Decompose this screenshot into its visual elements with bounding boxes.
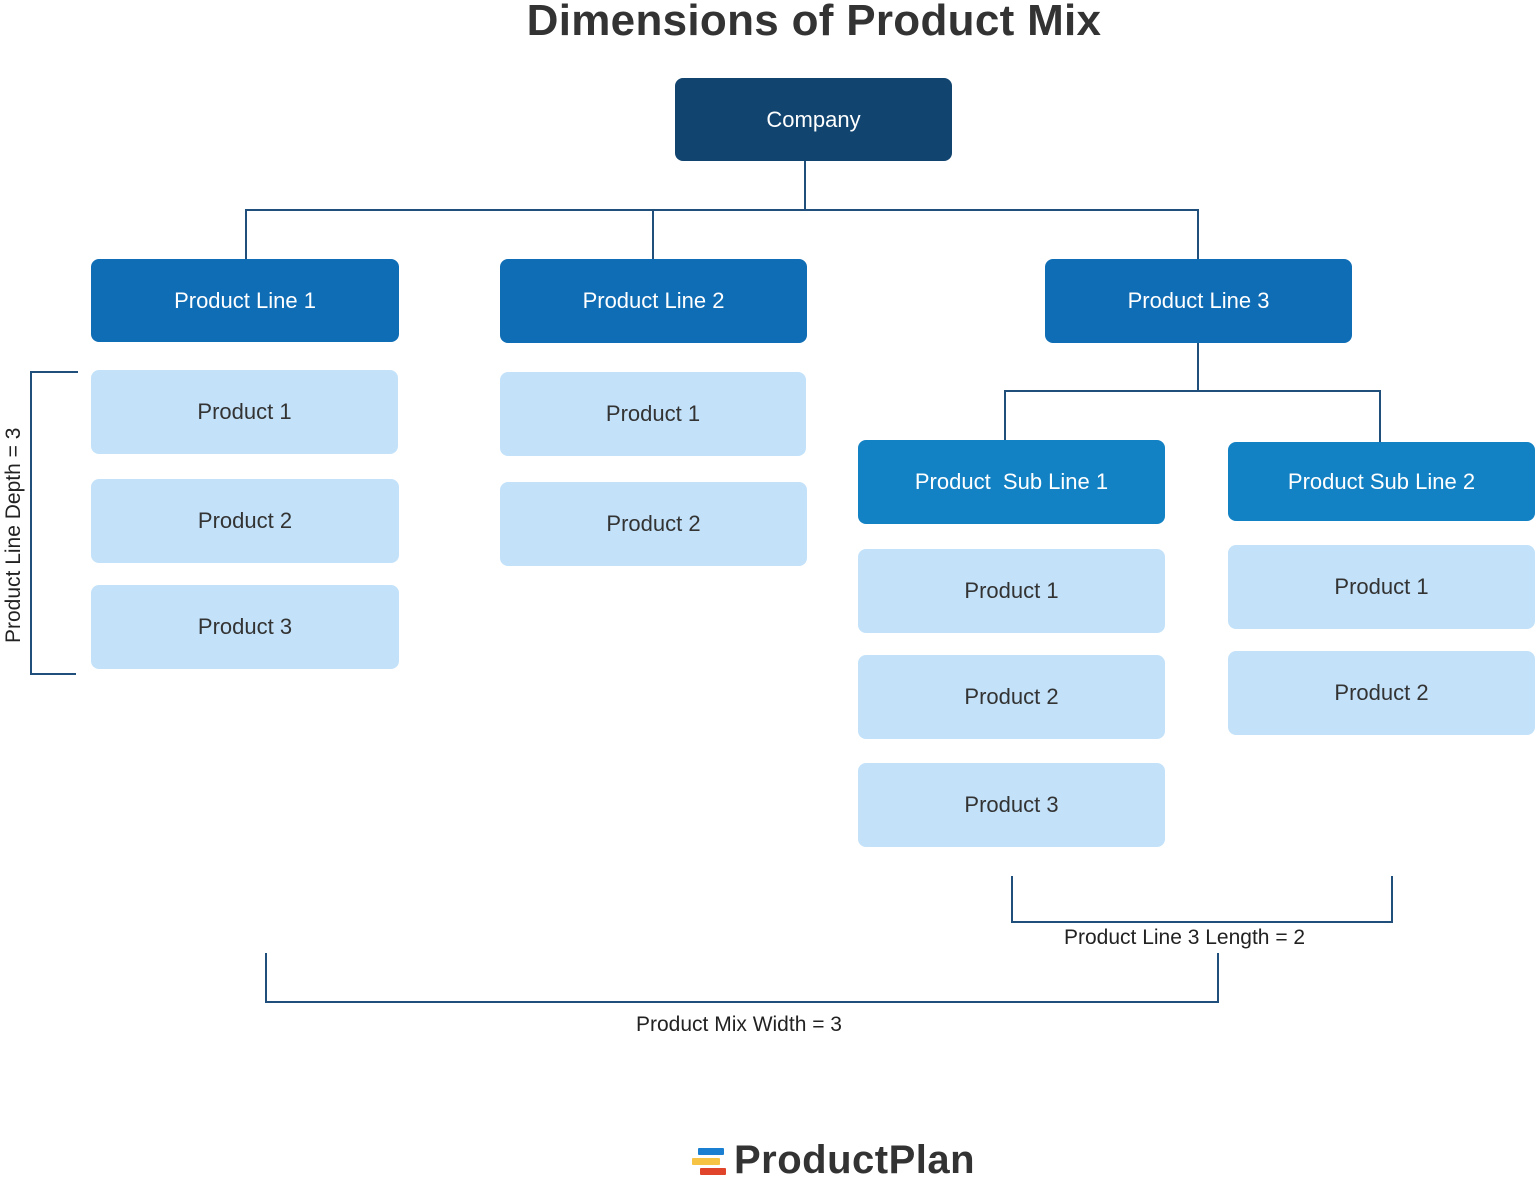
product-sub-line-1: Product Sub Line 1 [858, 440, 1165, 524]
product-label: Product 2 [1334, 680, 1429, 705]
product-node: Product 3 [91, 585, 399, 669]
product-label: Product 3 [964, 792, 1059, 817]
diagram-title: Dimensions of Product Mix [526, 0, 1102, 45]
connector-line3-down [1197, 343, 1199, 391]
product-label: Product 2 [606, 511, 701, 536]
product-label: Product 2 [197, 508, 293, 533]
product-node: Product 2 [1228, 651, 1535, 735]
product-node: Product 1 [858, 549, 1165, 633]
connector-subline2 [1379, 390, 1381, 442]
productplan-logo-icon [690, 1142, 730, 1179]
sub-line-label: Product Sub Line 1 [914, 469, 1109, 494]
product-label: Product 1 [605, 401, 701, 426]
product-line-label: Product Line 2 [582, 288, 725, 313]
length-annotation: Product Line 3 Length = 2 [1064, 926, 1306, 949]
connector-line2 [652, 209, 654, 260]
depth-bracket-bottom [30, 673, 76, 675]
width-bracket-bottom [265, 1001, 1219, 1003]
connector-line3 [1197, 209, 1199, 260]
logo-bar-blue [698, 1148, 724, 1155]
sub-line-label: Product Sub Line 2 [1287, 468, 1476, 494]
depth-bracket-vertical [30, 371, 32, 675]
width-bracket-left [265, 953, 267, 1003]
connector-subline1 [1004, 390, 1006, 441]
product-node: Product 2 [500, 482, 807, 566]
depth-bracket-top [30, 371, 78, 373]
connector-sub-horizontal [1004, 390, 1381, 392]
product-label: Product 2 [964, 684, 1059, 709]
product-node: Product 1 [91, 370, 398, 454]
company-label: Company [766, 106, 861, 132]
product-label: Product 1 [197, 399, 292, 424]
product-line-label: Product Line 3 [1127, 288, 1270, 313]
logo-text: ProductPlan [734, 1138, 976, 1182]
length-bracket-right [1391, 876, 1393, 923]
product-node: Product 1 [1228, 545, 1535, 629]
product-line-label: Product Line 1 [174, 287, 316, 313]
logo-bar-yellow [692, 1158, 720, 1165]
company-node: Company [675, 78, 952, 161]
width-bracket-right [1217, 953, 1219, 1003]
product-line-2: Product Line 2 [500, 259, 807, 343]
product-node: Product 2 [858, 655, 1165, 739]
connector-company-down [804, 161, 806, 211]
productplan-logo: ProductPlan [690, 1138, 975, 1183]
length-bracket-left [1011, 876, 1013, 923]
product-label: Product 1 [1334, 574, 1429, 599]
product-line-3: Product Line 3 [1045, 259, 1352, 343]
product-line-1: Product Line 1 [91, 259, 399, 342]
product-sub-line-2: Product Sub Line 2 [1228, 442, 1535, 521]
product-node: Product 2 [91, 479, 399, 563]
product-node: Product 3 [858, 763, 1165, 847]
logo-bar-red [700, 1168, 726, 1175]
width-annotation: Product Mix Width = 3 [636, 1013, 842, 1036]
product-label: Product 3 [197, 614, 293, 639]
product-label: Product 1 [964, 578, 1059, 603]
connector-line1 [245, 209, 247, 260]
length-bracket-bottom [1011, 921, 1393, 923]
depth-annotation: Product Line Depth = 3 [2, 427, 25, 643]
product-node: Product 1 [500, 372, 806, 456]
connector-top-horizontal [245, 209, 1199, 211]
